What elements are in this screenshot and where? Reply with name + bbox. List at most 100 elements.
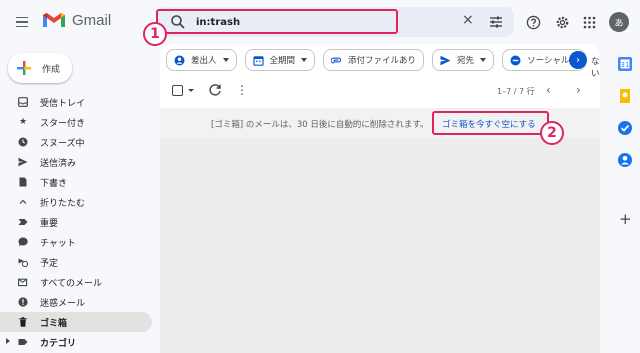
search-input[interactable] (196, 13, 446, 31)
attachment-icon (331, 55, 342, 66)
person-icon (174, 55, 185, 66)
search-options-icon[interactable] (488, 14, 504, 30)
clear-search-icon[interactable]: × (462, 13, 474, 27)
sidebar-item-label: スター付き (40, 118, 86, 129)
sidebar-item-label: カテゴリ (40, 338, 77, 349)
sidebar-item-sent[interactable]: 送信済み (0, 152, 152, 172)
sidebar-item-all-mail[interactable]: すべてのメール (0, 272, 152, 292)
svg-text:31: 31 (621, 61, 630, 69)
plus-icon (17, 61, 31, 75)
chip-label: ソーシャル (527, 56, 570, 66)
sidebar-item-label: スヌーズ中 (40, 138, 85, 149)
sidebar-item-label: 受信トレイ (40, 98, 86, 109)
sidebar-item-inbox[interactable]: 受信トレイ (0, 92, 152, 112)
app-name: Gmail (72, 11, 112, 29)
sidebar-item-label: 下書き (40, 178, 68, 189)
calendar-icon (252, 55, 264, 66)
spam-icon (18, 297, 28, 307)
chip-to[interactable]: 宛先 (432, 49, 495, 71)
sidebar-item-label: 迷惑メール (40, 298, 86, 309)
sidebar-item-snoozed[interactable]: スヌーズ中 (0, 132, 152, 152)
clock-icon (18, 137, 28, 147)
sidebar-item-categories[interactable]: カテゴリ (0, 332, 152, 352)
select-dropdown-icon[interactable] (188, 89, 194, 92)
chip-label: 宛先 (457, 56, 475, 66)
sidebar-item-label: ゴミ箱 (40, 318, 68, 329)
sidebar-item-starred[interactable]: ★ スター付き (0, 112, 152, 132)
chip-overflow-text: ない (591, 57, 600, 79)
settings-gear-icon[interactable] (553, 13, 571, 31)
dropdown-caret-icon (480, 58, 487, 62)
apps-grid-icon[interactable] (580, 13, 598, 31)
sidebar-nav: 受信トレイ ★ スター付き スヌーズ中 送信済み 下書き 折りたたむ 重要 チャ… (0, 92, 152, 352)
trash-notice-text: [ゴミ箱] のメールは、30 日後に自動的に削除されます。 (211, 120, 429, 130)
sidebar-item-scheduled[interactable]: 予定 (0, 252, 152, 272)
dropdown-caret-icon (222, 58, 229, 62)
next-page-icon[interactable]: › (576, 83, 581, 97)
sidebar-item-label: 予定 (40, 258, 59, 269)
side-panel: 31 + (610, 44, 640, 353)
label-important-icon (18, 217, 28, 227)
sidebar-item-collapse[interactable]: 折りたたむ (0, 192, 152, 212)
gmail-logo[interactable]: Gmail (42, 11, 111, 29)
prev-page-icon[interactable]: ‹ (546, 83, 551, 97)
chip-label: 全期間 (269, 56, 296, 66)
pagination-count[interactable]: 1–7 / 7 行 (497, 86, 535, 97)
list-toolbar: ⋮ 1–7 / 7 行 ‹ › (160, 80, 600, 102)
all-mail-icon (18, 277, 28, 287)
search-icon[interactable] (170, 14, 186, 30)
minus-circle-icon (510, 55, 521, 66)
sidebar-item-label: 折りたたむ (40, 198, 86, 209)
trash-notice-bar: [ゴミ箱] のメールは、30 日後に自動的に削除されます。 ゴミ箱を今すぐ空にす… (160, 108, 600, 138)
top-header: Gmail × あ (0, 0, 640, 44)
sidebar-item-chats[interactable]: チャット (0, 232, 152, 252)
chip-scroll-right-icon[interactable]: › (569, 51, 587, 69)
sidebar-item-label: チャット (40, 238, 76, 249)
account-avatar[interactable]: あ (609, 12, 629, 32)
star-icon: ★ (18, 117, 28, 127)
compose-label: 作成 (42, 64, 61, 75)
more-options-icon[interactable]: ⋮ (236, 83, 248, 97)
sidebar-item-important[interactable]: 重要 (0, 212, 152, 232)
tasks-app-icon[interactable] (617, 120, 633, 136)
main-panel: 差出人 全期間 添付ファイルあり 宛先 ソーシャル ない › ⋮ 1–7 / 7… (160, 44, 600, 353)
gmail-m-icon (43, 13, 65, 27)
chip-label: 差出人 (191, 56, 217, 66)
search-bar[interactable] (156, 7, 514, 37)
keep-app-icon[interactable] (617, 88, 633, 104)
sidebar-item-label: すべてのメール (40, 278, 103, 289)
empty-trash-link[interactable]: ゴミ箱を今すぐ空にする (442, 118, 536, 130)
chevron-up-icon (18, 197, 28, 207)
sidebar-item-spam[interactable]: 迷惑メール (0, 292, 152, 312)
sidebar-item-drafts[interactable]: 下書き (0, 172, 152, 192)
message-list (160, 138, 600, 353)
sidebar-item-label: 送信済み (40, 158, 77, 169)
refresh-icon[interactable] (208, 83, 222, 97)
send-icon (440, 55, 451, 66)
chip-label: 添付ファイルあり (348, 56, 417, 66)
step-2-badge: 2 (540, 121, 564, 145)
calendar-app-icon[interactable]: 31 (617, 56, 633, 72)
trash-icon (18, 317, 28, 327)
expand-caret-icon[interactable] (6, 338, 10, 344)
chip-has-attachment[interactable]: 添付ファイルあり (323, 49, 425, 71)
inbox-icon (18, 97, 28, 107)
contacts-app-icon[interactable] (617, 152, 633, 168)
chip-from[interactable]: 差出人 (166, 49, 237, 71)
scheduled-icon (18, 257, 28, 267)
chat-icon (18, 237, 28, 247)
send-icon (18, 157, 28, 167)
chip-any-time[interactable]: 全期間 (244, 49, 316, 71)
search-filter-chips: 差出人 全期間 添付ファイルあり 宛先 ソーシャル (166, 49, 587, 71)
add-addon-icon[interactable]: + (619, 212, 632, 227)
label-icon (18, 337, 28, 347)
main-menu-icon[interactable] (12, 12, 32, 32)
compose-button[interactable]: 作成 (8, 53, 72, 83)
select-all-checkbox[interactable] (172, 85, 183, 96)
draft-icon (18, 177, 28, 187)
sidebar-item-trash[interactable]: ゴミ箱 (0, 312, 152, 332)
help-icon[interactable] (524, 13, 542, 31)
dropdown-caret-icon (301, 58, 308, 62)
sidebar-item-label: 重要 (40, 218, 59, 229)
step-1-badge: 1 (143, 22, 167, 46)
